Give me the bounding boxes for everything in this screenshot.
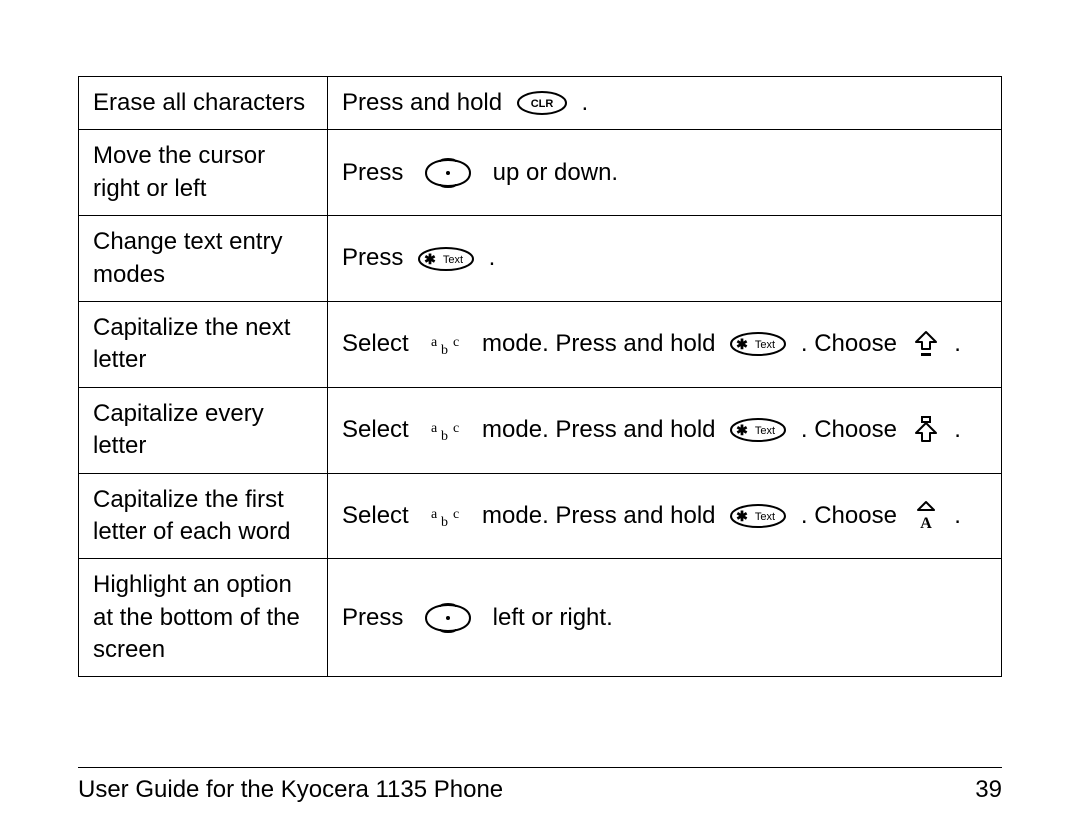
instruction-text: .	[575, 87, 588, 119]
table-row: Move the cursor right or leftPress up or…	[79, 130, 1002, 216]
instruction-action: Select mode. Press and hold . Choose .	[328, 387, 1002, 473]
instruction-text: Select	[342, 500, 415, 532]
instruction-text: Press	[342, 157, 410, 189]
instruction-text: up or down.	[486, 157, 618, 189]
page-footer: User Guide for the Kyocera 1135 Phone 39	[78, 767, 1002, 804]
instruction-table-body: Erase all charactersPress and hold .Move…	[79, 77, 1002, 677]
manual-page: Erase all charactersPress and hold .Move…	[0, 0, 1080, 834]
instruction-text: . Choose	[794, 414, 903, 446]
text-key-icon	[730, 504, 786, 528]
table-row: Capitalize the next letterSelect mode. P…	[79, 301, 1002, 387]
table-row: Highlight an option at the bottom of the…	[79, 559, 1002, 677]
instruction-text: Press and hold	[342, 87, 509, 119]
instruction-text: .	[482, 242, 495, 274]
instruction-label: Capitalize the first letter of each word	[79, 473, 328, 559]
instruction-action: Press left or right.	[328, 559, 1002, 677]
nav-key-icon	[418, 601, 478, 635]
instruction-label: Erase all characters	[79, 77, 328, 130]
instruction-text: . Choose	[794, 328, 903, 360]
instruction-action: Select mode. Press and hold . Choose .	[328, 473, 1002, 559]
clr-key-icon	[517, 91, 567, 115]
instruction-label: Highlight an option at the bottom of the…	[79, 559, 328, 677]
shift-word-icon	[912, 500, 940, 532]
text-key-icon	[730, 418, 786, 442]
instruction-text: . Choose	[794, 500, 903, 532]
nav-key-icon	[418, 156, 478, 190]
abc-mode-icon	[423, 332, 467, 356]
footer-page-number: 39	[975, 776, 1002, 804]
abc-mode-icon	[423, 418, 467, 442]
instruction-label: Capitalize the next letter	[79, 301, 328, 387]
instruction-text: .	[948, 500, 961, 532]
instruction-text: .	[948, 414, 961, 446]
instruction-text: mode. Press and hold	[475, 414, 722, 446]
instruction-table: Erase all charactersPress and hold .Move…	[78, 76, 1002, 677]
table-row: Erase all charactersPress and hold .	[79, 77, 1002, 130]
footer-title: User Guide for the Kyocera 1135 Phone	[78, 776, 503, 804]
instruction-label: Change text entry modes	[79, 216, 328, 302]
instruction-text: Select	[342, 414, 415, 446]
table-row: Change text entry modesPress .	[79, 216, 1002, 302]
instruction-text: mode. Press and hold	[475, 328, 722, 360]
table-row: Capitalize the first letter of each word…	[79, 473, 1002, 559]
abc-mode-icon	[423, 504, 467, 528]
instruction-text: Select	[342, 328, 415, 360]
instruction-action: Press .	[328, 216, 1002, 302]
instruction-text: Press	[342, 602, 410, 634]
instruction-action: Press up or down.	[328, 130, 1002, 216]
instruction-text: .	[948, 328, 961, 360]
instruction-label: Capitalize every letter	[79, 387, 328, 473]
table-row: Capitalize every letterSelect mode. Pres…	[79, 387, 1002, 473]
shift-lock-icon	[912, 415, 940, 445]
instruction-label: Move the cursor right or left	[79, 130, 328, 216]
instruction-text: left or right.	[486, 602, 613, 634]
shift-once-icon	[912, 329, 940, 359]
text-key-icon	[418, 247, 474, 271]
text-key-icon	[730, 332, 786, 356]
instruction-action: Press and hold .	[328, 77, 1002, 130]
instruction-text: mode. Press and hold	[475, 500, 722, 532]
instruction-text: Press	[342, 242, 410, 274]
instruction-action: Select mode. Press and hold . Choose .	[328, 301, 1002, 387]
